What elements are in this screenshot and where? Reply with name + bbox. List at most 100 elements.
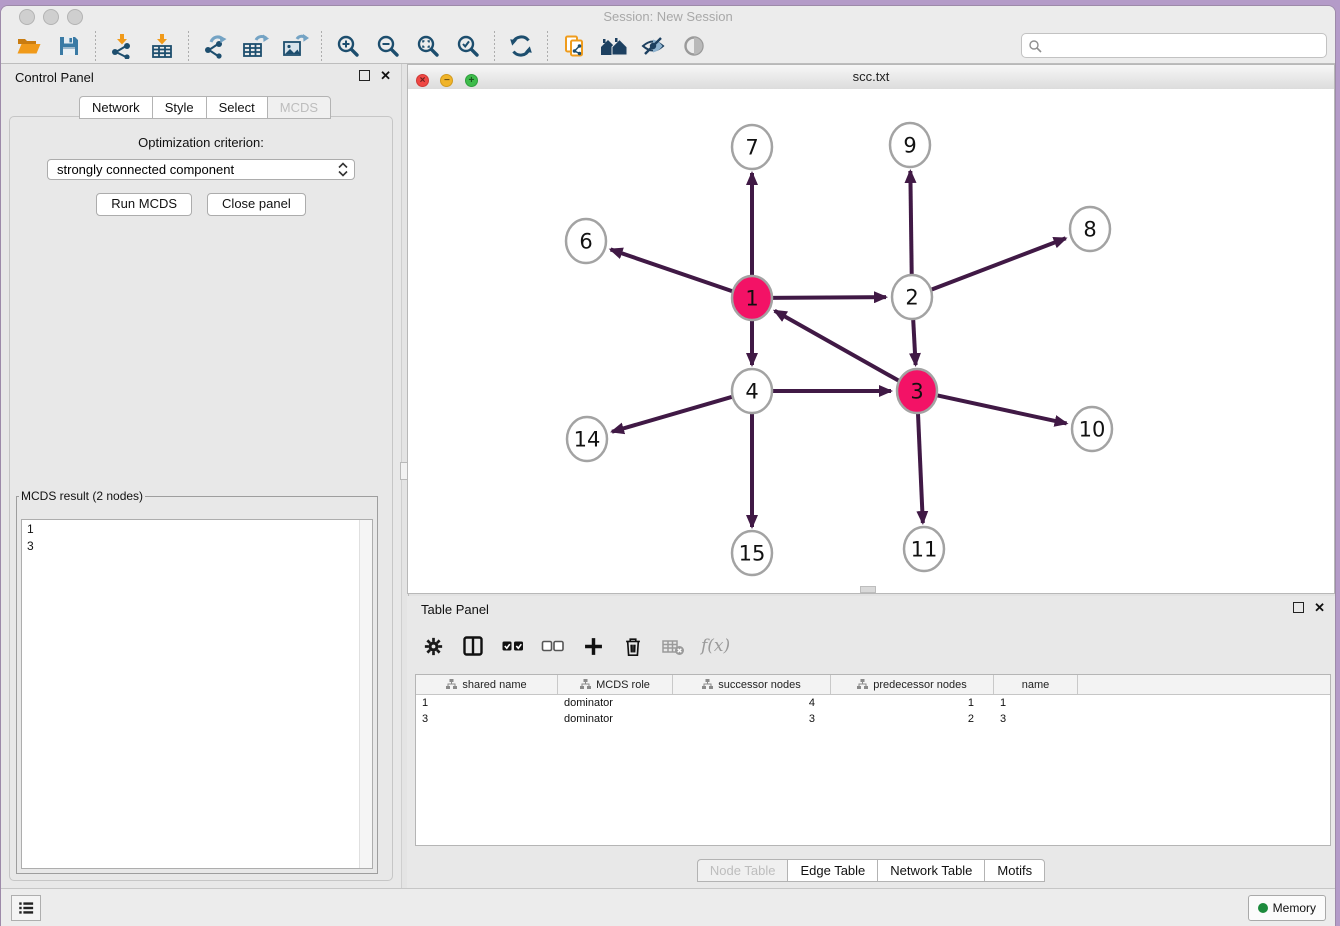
- show-icon: [679, 31, 709, 61]
- table-header-row: shared name MCDS role successor nodes pr…: [416, 675, 1330, 695]
- graph-node-label: 1: [745, 287, 758, 311]
- zoom-out-icon[interactable]: [373, 31, 403, 61]
- memory-label: Memory: [1273, 901, 1316, 915]
- open-folder-icon[interactable]: [14, 31, 44, 61]
- add-icon[interactable]: [581, 634, 605, 658]
- list-icon: [17, 899, 35, 917]
- network-canvas[interactable]: 7968124314101511: [408, 89, 1334, 593]
- graph-edge-2-3[interactable]: [913, 315, 916, 365]
- mcds-result-title: MCDS result (2 nodes): [19, 489, 145, 503]
- float-panel-icon[interactable]: [359, 70, 370, 81]
- save-icon[interactable]: [54, 31, 84, 61]
- export-network-icon[interactable]: [200, 31, 230, 61]
- column-header[interactable]: predecessor nodes: [831, 675, 994, 694]
- mcds-result-line: 1: [27, 521, 372, 538]
- table-panel: Table Panel ✕ f(x) shared name MC: [407, 596, 1335, 889]
- memory-button[interactable]: Memory: [1248, 895, 1326, 921]
- tab-node-table[interactable]: Node Table: [697, 859, 788, 882]
- network-window-titlebar[interactable]: × − + scc.txt: [408, 65, 1334, 90]
- column-header[interactable]: MCDS role: [558, 675, 673, 694]
- control-panel-tabs: Network Style Select MCDS: [79, 96, 331, 119]
- select-all-icon[interactable]: [501, 634, 525, 658]
- zoom-fit-icon[interactable]: [413, 31, 443, 61]
- graph-node-label: 6: [579, 230, 592, 254]
- graph-edge-4-14[interactable]: [612, 396, 735, 432]
- export-image-icon[interactable]: [280, 31, 310, 61]
- gear-icon[interactable]: [421, 634, 445, 658]
- graph-node-label: 8: [1083, 218, 1096, 242]
- toolbar-separator: [321, 31, 322, 61]
- graph-node-label: 3: [910, 380, 923, 404]
- memory-status-icon: [1258, 903, 1268, 913]
- search-box[interactable]: [1021, 33, 1327, 58]
- optimization-criterion-value: strongly connected component: [57, 162, 234, 177]
- export-table-icon[interactable]: [240, 31, 270, 61]
- stepper-icon: [338, 162, 348, 177]
- control-panel-title: Control Panel: [15, 70, 94, 85]
- window-title: Session: New Session: [1, 9, 1335, 24]
- optimization-criterion-select[interactable]: strongly connected component: [47, 159, 355, 180]
- graph-node-label: 2: [905, 286, 918, 310]
- graph-edge-2-9[interactable]: [910, 171, 911, 279]
- tab-network[interactable]: Network: [79, 96, 152, 119]
- tab-network-table[interactable]: Network Table: [877, 859, 984, 882]
- tab-motifs[interactable]: Motifs: [984, 859, 1045, 882]
- tab-edge-table[interactable]: Edge Table: [787, 859, 877, 882]
- refresh-icon[interactable]: [506, 31, 536, 61]
- tab-mcds[interactable]: MCDS: [267, 96, 331, 119]
- search-icon: [1028, 39, 1042, 53]
- table-panel-title: Table Panel: [421, 602, 489, 617]
- splitter-grip[interactable]: [860, 586, 876, 593]
- hide-icon[interactable]: [639, 31, 669, 61]
- title-bar: Session: New Session: [1, 6, 1335, 29]
- graph-edge-2-8[interactable]: [929, 238, 1066, 290]
- network-view-window: × − + scc.txt 7968124314101511: [407, 64, 1335, 594]
- table-row[interactable]: 1 dominator 4 1 1: [416, 695, 1330, 711]
- network-window-title: scc.txt: [408, 69, 1334, 84]
- graph-edge-1-6[interactable]: [611, 249, 735, 292]
- zoom-selected-icon[interactable]: [453, 31, 483, 61]
- tab-style[interactable]: Style: [152, 96, 206, 119]
- mcds-result-text[interactable]: 1 3: [21, 519, 373, 869]
- close-panel-button[interactable]: Close panel: [207, 193, 306, 216]
- search-input[interactable]: [1042, 38, 1320, 54]
- graph-node-label: 14: [574, 428, 601, 452]
- zoom-in-icon[interactable]: [333, 31, 363, 61]
- graph-node-label: 4: [745, 380, 758, 404]
- table-toolbar: f(x): [421, 628, 730, 664]
- column-header[interactable]: shared name: [416, 675, 558, 694]
- mcds-result-group: MCDS result (2 nodes) 1 3: [16, 489, 378, 874]
- application-window: Session: New Session Control: [0, 5, 1336, 926]
- workspace: Control Panel ✕ Network Style Select MCD…: [1, 64, 1335, 889]
- task-history-button[interactable]: [11, 895, 41, 921]
- graph-edge-3-10[interactable]: [935, 395, 1067, 424]
- column-icon[interactable]: [461, 634, 485, 658]
- network-graph[interactable]: 7968124314101511: [408, 89, 1334, 593]
- toolbar-separator: [188, 31, 189, 61]
- import-table-icon[interactable]: [147, 31, 177, 61]
- graph-edge-3-1[interactable]: [775, 311, 902, 382]
- close-panel-icon[interactable]: ✕: [1314, 602, 1325, 613]
- tab-select[interactable]: Select: [206, 96, 267, 119]
- clone-network-icon[interactable]: [559, 31, 589, 61]
- graph-edge-1-2[interactable]: [770, 297, 886, 298]
- column-header[interactable]: name: [994, 675, 1078, 694]
- delete-icon[interactable]: [621, 634, 645, 658]
- close-panel-icon[interactable]: ✕: [380, 70, 391, 81]
- home-icon[interactable]: [599, 31, 629, 61]
- graph-edge-3-11[interactable]: [918, 409, 923, 523]
- float-panel-icon[interactable]: [1293, 602, 1304, 613]
- table-row[interactable]: 3 dominator 3 2 3: [416, 711, 1330, 727]
- toolbar-separator: [494, 31, 495, 61]
- graph-node-label: 9: [903, 134, 916, 158]
- deselect-all-icon[interactable]: [541, 634, 565, 658]
- status-bar: Memory: [1, 888, 1335, 926]
- run-mcds-button[interactable]: Run MCDS: [96, 193, 192, 216]
- scrollbar[interactable]: [359, 520, 372, 868]
- table-tabs: Node Table Edge Table Network Table Moti…: [407, 859, 1335, 882]
- control-panel: Control Panel ✕ Network Style Select MCD…: [1, 64, 401, 889]
- import-network-icon[interactable]: [107, 31, 137, 61]
- function-icon: f(x): [701, 636, 730, 656]
- column-header[interactable]: successor nodes: [673, 675, 831, 694]
- toolbar-separator: [547, 31, 548, 61]
